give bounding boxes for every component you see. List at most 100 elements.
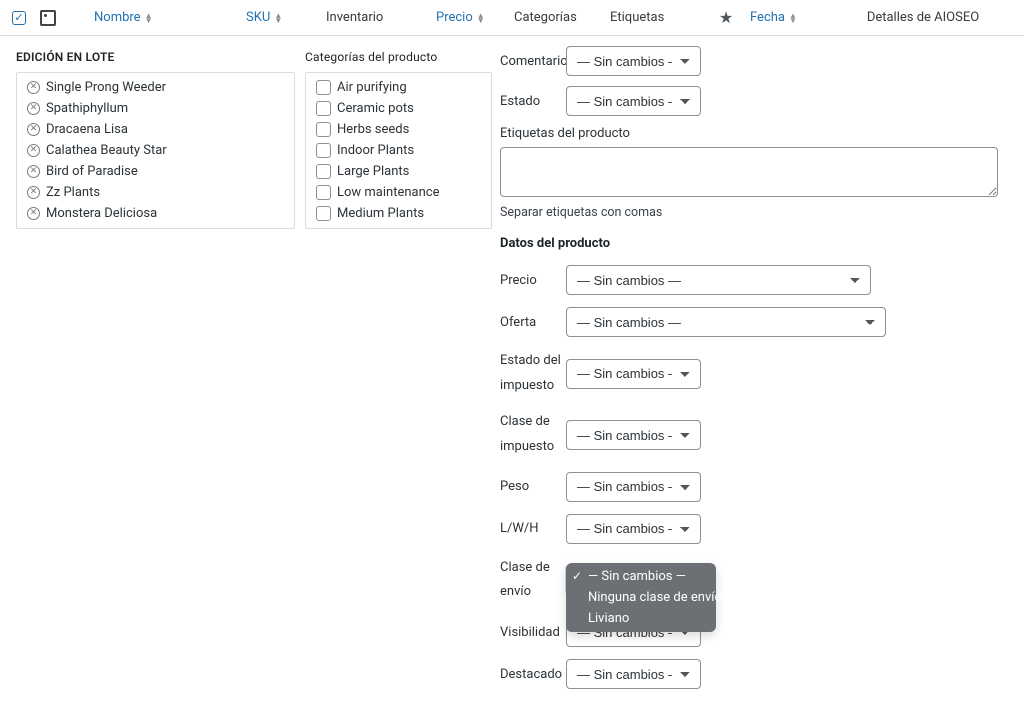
category-checkbox[interactable] [316,164,331,179]
textarea-tags[interactable] [500,147,998,197]
select-tax-status[interactable]: — Sin cambios — [566,359,701,389]
label-sale: Oferta [500,315,566,330]
select-tax-class[interactable]: — Sin cambios — [566,420,701,450]
bulk-item: ✕ Single Prong Weeder [17,77,294,98]
tags-section: Etiquetas del producto Separar etiquetas… [500,126,1008,220]
col-sku[interactable]: SKU ▲▼ [242,10,322,25]
select-comments[interactable]: — Sin cambios — [566,46,701,76]
label-lwh: L/W/H [500,521,566,536]
remove-item-icon[interactable]: ✕ [27,81,40,94]
bulk-item-label: Zz Plants [46,185,100,200]
bulk-item-label: Monstera Deliciosa [46,206,157,221]
category-label: Medium Plants [337,206,424,221]
col-inventory: Inventario [322,10,432,25]
category-label: Low maintenance [337,185,440,200]
label-status: Estado [500,94,566,109]
col-aioseo-label: Detalles de AIOSEO [867,10,979,25]
col-name-label: Nombre [94,10,141,25]
dd-opt-liviano[interactable]: Liviano [566,608,716,629]
remove-item-icon[interactable]: ✕ [27,123,40,136]
category-item: Herbs seeds [306,119,491,140]
select-weight[interactable]: — Sin cambios — [566,472,701,502]
star-icon: ★ [719,8,733,27]
category-item: Large Plants [306,161,491,182]
remove-item-icon[interactable]: ✕ [27,186,40,199]
label-shipping-class: Clase de envío [500,556,566,605]
label-tax-status: Estado del impuesto [500,349,566,398]
label-weight: Peso [500,479,566,494]
select-sale[interactable]: — Sin cambios — [566,307,886,337]
select-price[interactable]: — Sin cambios — [566,265,871,295]
label-tax-class: Clase de impuesto [500,410,566,459]
select-lwh[interactable]: — Sin cambios — [566,514,701,544]
tags-hint: Separar etiquetas con comas [500,205,1008,220]
bulk-item: ✕ Bird of Paradise [17,161,294,182]
category-checkbox[interactable] [316,143,331,158]
bulk-item: ✕ Zz Plants [17,182,294,203]
remove-item-icon[interactable]: ✕ [27,144,40,157]
remove-item-icon[interactable]: ✕ [27,102,40,115]
col-date[interactable]: Fecha ▲▼ [746,10,828,25]
sort-icon: ▲▼ [145,13,153,23]
select-all-checkbox[interactable]: ✓ [12,11,26,25]
category-item: Indoor Plants [306,140,491,161]
col-tags: Etiquetas [606,10,706,25]
shipping-class-wrap: — Sin cambios — — Sin cambios — Ninguna … [566,565,1008,595]
category-item: Air purifying [306,77,491,98]
bulk-item-label: Single Prong Weeder [46,80,166,95]
categories-list[interactable]: Air purifying Ceramic pots Herbs seeds Indo… [305,72,492,229]
col-tags-label: Etiquetas [610,10,664,25]
category-label: Large Plants [337,164,409,179]
category-label: Ceramic pots [337,101,414,116]
category-item: Low maintenance [306,182,491,203]
category-label: Air purifying [337,80,407,95]
col-inventory-label: Inventario [326,10,383,25]
remove-item-icon[interactable]: ✕ [27,165,40,178]
bulk-item-label: Dracaena Lisa [46,122,128,137]
bulk-products-list[interactable]: ✕ Single Prong Weeder ✕ Spathiphyllum ✕ Draca… [16,72,295,229]
dd-opt-no-change[interactable]: — Sin cambios — [566,566,716,587]
remove-item-icon[interactable]: ✕ [27,207,40,220]
category-checkbox[interactable] [316,185,331,200]
bulk-item-label: Spathiphyllum [46,101,128,116]
image-icon [40,10,56,26]
bulk-edit-title: EDICIÓN EN LOTE [16,50,295,64]
bulk-item-label: Calathea Beauty Star [46,143,167,158]
bulk-edit-panel: EDICIÓN EN LOTE ✕ Single Prong Weeder ✕ Spa… [0,36,1024,709]
select-status[interactable]: — Sin cambios — [566,86,701,116]
col-name[interactable]: Nombre ▲▼ [64,10,242,25]
sort-icon: ▲▼ [789,13,797,23]
col-categories: Categorías [510,10,606,25]
table-header: ✓ Nombre ▲▼ SKU ▲▼ Inventario Precio ▲▼ … [0,0,1024,36]
col-price-label: Precio [436,10,473,25]
select-featured[interactable]: — Sin cambios — [566,659,701,689]
category-label: Herbs seeds [337,122,409,137]
category-checkbox[interactable] [316,80,331,95]
sort-icon: ▲▼ [477,13,485,23]
bulk-item: ✕ Calathea Beauty Star [17,140,294,161]
select-all-cell: ✓ [6,11,32,25]
label-price: Precio [500,273,566,288]
col-date-label: Fecha [750,10,785,25]
category-label: Indoor Plants [337,143,414,158]
row-status: Estado — Sin cambios — [500,86,1008,116]
dd-opt-none[interactable]: Ninguna clase de envío [566,587,716,608]
category-item: Medium Plants [306,203,491,224]
categories-title: Categorías del producto [305,50,492,64]
bulk-item-label: Bird of Paradise [46,164,138,179]
category-checkbox[interactable] [316,122,331,137]
bulk-products-column: EDICIÓN EN LOTE ✕ Single Prong Weeder ✕ Spa… [0,46,305,689]
shipping-class-dropdown: — Sin cambios — Ninguna clase de envío L… [566,563,716,632]
bulk-item: ✕ Dracaena Lisa [17,119,294,140]
categories-column: Categorías del producto Air purifying Cer… [305,46,500,689]
category-checkbox[interactable] [316,101,331,116]
label-featured: Destacado [500,667,566,682]
category-item: Ceramic pots [306,98,491,119]
col-sku-label: SKU [246,10,270,25]
col-price[interactable]: Precio ▲▼ [432,10,510,25]
col-featured[interactable]: ★ [706,8,746,27]
label-visibility: Visibilidad [500,625,566,640]
label-tags: Etiquetas del producto [500,126,1008,141]
category-checkbox[interactable] [316,206,331,221]
product-data-grid: Precio — Sin cambios — Oferta — Sin camb… [500,265,1008,689]
